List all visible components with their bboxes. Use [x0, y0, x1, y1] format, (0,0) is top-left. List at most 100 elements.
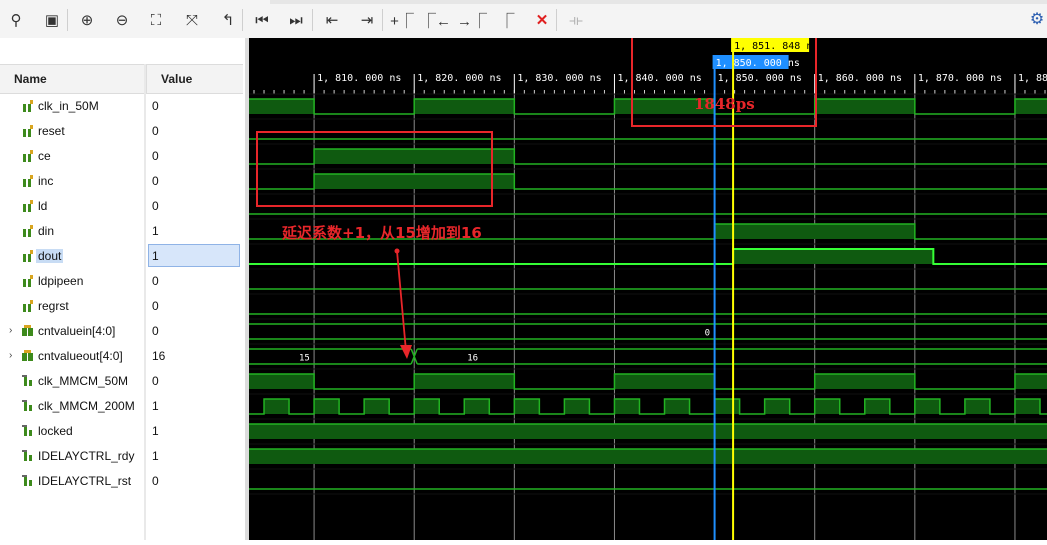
wave-high-fill: [414, 399, 440, 414]
previous-transition-button[interactable]: ⇤: [322, 10, 342, 30]
signal-name: regrst: [38, 299, 69, 313]
signal-name: reset: [38, 124, 65, 138]
waveform-canvas[interactable]: 1, 810. 000 ns 1, 820. 000 ns 1, 830. 000 …: [249, 22, 1047, 540]
wave-high-fill: [814, 99, 915, 114]
annotation-arrow-head: [400, 345, 412, 359]
wave-high-fill: [714, 399, 740, 414]
signal-row[interactable]: reset 0: [0, 119, 245, 144]
signal-row[interactable]: dout 1: [0, 244, 245, 269]
signal-name: cntvalueout[4:0]: [38, 349, 123, 363]
add-marker-button[interactable]: +⎾: [390, 10, 414, 30]
wave-high-fill: [249, 449, 1047, 464]
signal-row[interactable]: IDELAYCTRL_rst 0: [0, 469, 245, 494]
wave-high-fill: [733, 249, 934, 264]
internal-wire-icon: [22, 375, 32, 386]
signal-row[interactable]: inc 0: [0, 169, 245, 194]
signal-value: 0: [152, 299, 159, 313]
signal-row[interactable]: regrst 0: [0, 294, 245, 319]
toolbar-separator: [382, 9, 383, 31]
wave-high-fill: [514, 399, 540, 414]
wave-high-fill: [314, 174, 515, 189]
settings-gear-icon[interactable]: ⚙: [1029, 10, 1045, 28]
waveform-viewer[interactable]: 1, 810. 000 ns 1, 820. 000 ns 1, 830. 000 …: [249, 22, 1047, 540]
signal-value: 0: [152, 274, 159, 288]
signal-name: ldpipeen: [38, 274, 84, 288]
wire-icon: [23, 100, 33, 112]
cursor-button[interactable]: ⤧: [182, 10, 202, 30]
swap-cursor-button[interactable]: ↰: [218, 10, 238, 30]
delete-marker-button[interactable]: ✕: [532, 10, 552, 30]
signal-row[interactable]: › cntvaluein[4:0] 0: [0, 319, 245, 344]
wave-high-fill: [814, 399, 840, 414]
link-button[interactable]: ⟛: [566, 10, 586, 30]
wire-icon: [23, 275, 33, 287]
swap-marker-button[interactable]: ⎾: [497, 10, 517, 30]
cursor-icon: ⤧: [185, 11, 198, 29]
expand-chevron-icon[interactable]: ›: [9, 350, 12, 361]
delay-change-note: 延迟系数+1，从15增加到16: [281, 224, 482, 242]
signal-row[interactable]: locked 1: [0, 419, 245, 444]
signal-row[interactable]: ld 0: [0, 194, 245, 219]
delete-icon: ✕: [535, 12, 549, 29]
wire-icon: [23, 175, 33, 187]
wave-high-fill: [314, 399, 340, 414]
signal-row[interactable]: clk_in_50M 0: [0, 94, 245, 119]
go-to-end-button[interactable]: ⏭: [286, 10, 306, 30]
signal-row[interactable]: › cntvalueout[4:0] 16: [0, 344, 245, 369]
signal-name: clk_in_50M: [38, 99, 99, 113]
time-cursor-label: 1, 851. 848 ns: [734, 41, 818, 52]
zoom-in-button[interactable]: ⊕: [77, 10, 97, 30]
zoom-out-icon: ⊖: [115, 12, 129, 29]
wave-high-fill: [1014, 399, 1040, 414]
signal-row[interactable]: ldpipeen 0: [0, 269, 245, 294]
signal-list-panel: Name Value clk_in_50M 0 reset 0 ce 0 inc 0 ld 0 di…: [0, 38, 245, 540]
go-to-start-button[interactable]: ⏮: [252, 10, 272, 30]
signal-row[interactable]: IDELAYCTRL_rdy 1: [0, 444, 245, 469]
bus-icon: [22, 325, 33, 336]
previous-marker-button[interactable]: ⎾←: [421, 10, 451, 30]
wire-icon: [23, 125, 33, 137]
name-column-header[interactable]: Name: [0, 64, 144, 94]
bus-value-label: 0: [705, 329, 710, 339]
signal-name: ld: [38, 199, 48, 213]
toolbar-top-strip: [270, 0, 1047, 4]
internal-wire-icon: [22, 400, 32, 411]
selected-value-cell[interactable]: [148, 244, 240, 267]
wave-high-fill: [864, 399, 890, 414]
annotation-arrow-shaft: [396, 250, 407, 352]
ruler-tick-label: 1, 850. 000 ns: [718, 73, 802, 84]
next-marker-button[interactable]: →⎾: [457, 10, 487, 30]
ruler-tick-label: 1, 820. 000 ns: [417, 73, 501, 84]
expand-chevron-icon[interactable]: ›: [9, 325, 12, 336]
wave-high-fill: [814, 374, 915, 389]
next-marker-icon: →⎾: [457, 12, 488, 30]
signal-name: IDELAYCTRL_rst: [38, 474, 132, 488]
next-transition-icon: ⇥: [360, 12, 374, 29]
next-transition-button[interactable]: ⇥: [357, 10, 377, 30]
wave-high-fill: [1014, 99, 1047, 114]
signal-row[interactable]: din 1: [0, 219, 245, 244]
go-to-end-icon: ⏭: [289, 11, 303, 29]
signal-value: 1: [152, 424, 159, 438]
wave-high-fill: [964, 399, 990, 414]
waveform-toolbar: ⚲ ▣ ⊕ ⊖ ⛶ ⤧ ↰ ⏮ ⏭ ⇤ ⇥ +⎾ ⎾← →⎾ ⎾ ✕ ⟛ ⚙: [0, 0, 1047, 39]
go-to-start-icon: ⏮: [255, 11, 269, 29]
signal-row[interactable]: ce 0: [0, 144, 245, 169]
signal-name: din: [38, 224, 55, 238]
search-button[interactable]: ⚲: [6, 10, 26, 30]
save-button[interactable]: ▣: [42, 10, 62, 30]
signal-name: IDELAYCTRL_rdy: [38, 449, 135, 463]
signal-value: 1: [152, 449, 159, 463]
time-marker-label: 1, 850. 000 ns: [716, 58, 800, 69]
signal-value: 16: [152, 349, 166, 363]
zoom-fit-button[interactable]: ⛶: [146, 10, 166, 30]
link-icon: ⟛: [569, 11, 583, 29]
ruler-tick-label: 1, 880. 000 ns: [1018, 73, 1047, 84]
signal-row[interactable]: clk_MMCM_200M 1: [0, 394, 245, 419]
signal-row[interactable]: clk_MMCM_50M 0: [0, 369, 245, 394]
zoom-out-button[interactable]: ⊖: [112, 10, 132, 30]
wave-high-fill: [464, 399, 490, 414]
signal-name: dout: [36, 249, 64, 263]
value-column-header[interactable]: Value: [146, 64, 243, 94]
wave-high-fill: [314, 149, 515, 164]
